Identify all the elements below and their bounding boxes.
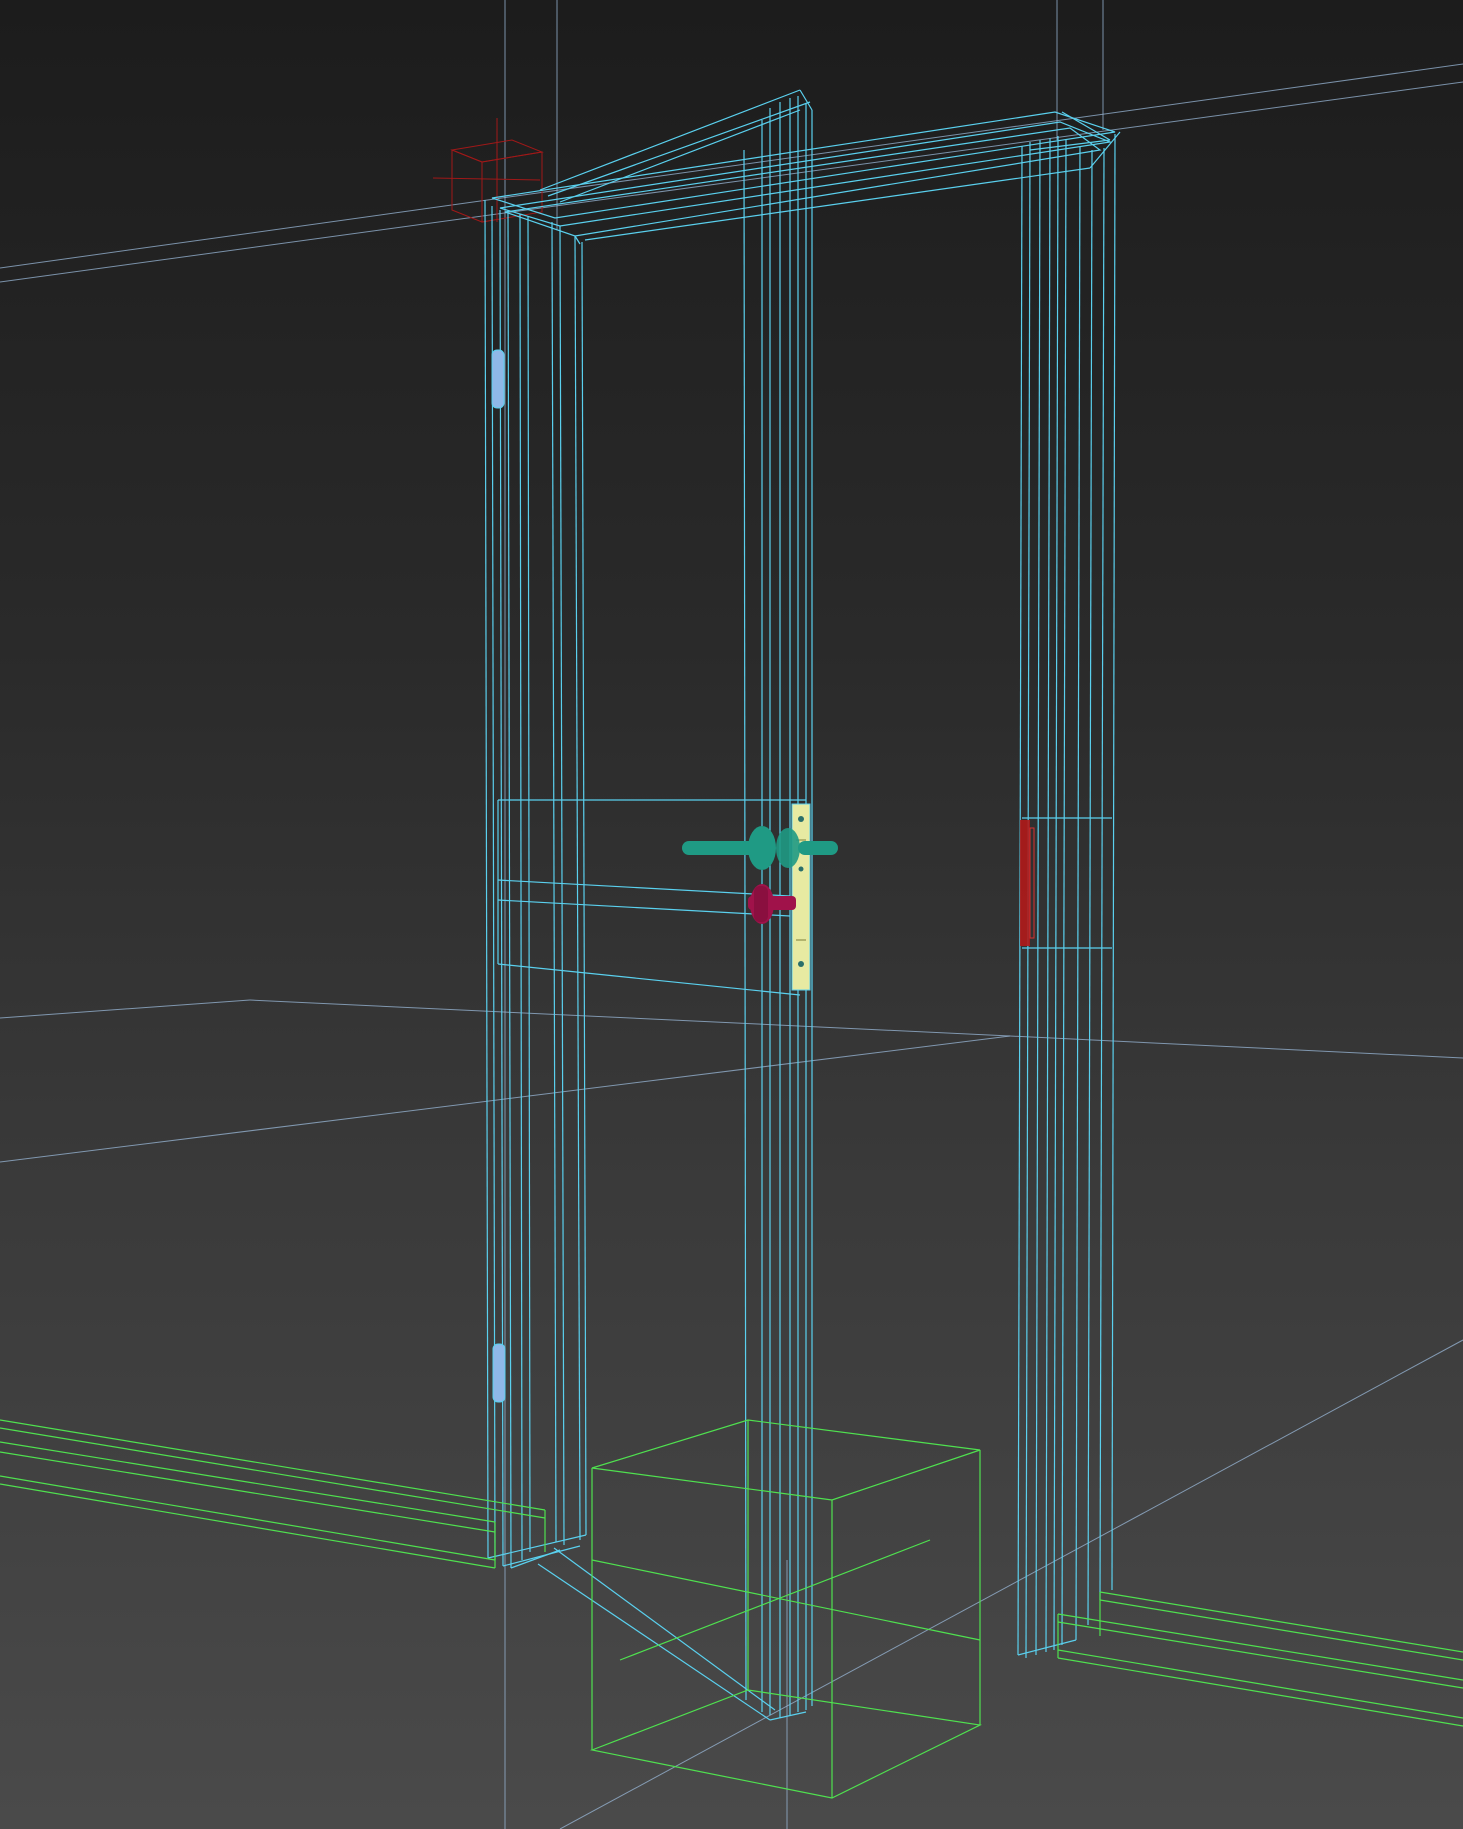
- door-frame-right-jamb[interactable]: [1017, 133, 1116, 1659]
- baseboard-left[interactable]: [0, 1419, 546, 1569]
- door-handle[interactable]: [682, 826, 838, 870]
- baseboard-right[interactable]: [1057, 1591, 1463, 1727]
- hinge-top[interactable]: [491, 349, 505, 409]
- strike-plate[interactable]: [1020, 820, 1035, 946]
- grid-lines: [0, 0, 1463, 1829]
- 3d-viewport[interactable]: [0, 0, 1463, 1829]
- hinge-bottom[interactable]: [492, 1343, 506, 1403]
- helper-box[interactable]: [589, 1419, 982, 1799]
- pivot-gizmo[interactable]: [432, 118, 544, 223]
- wireframe-scene[interactable]: [0, 0, 1463, 1829]
- door-lock[interactable]: [748, 884, 796, 924]
